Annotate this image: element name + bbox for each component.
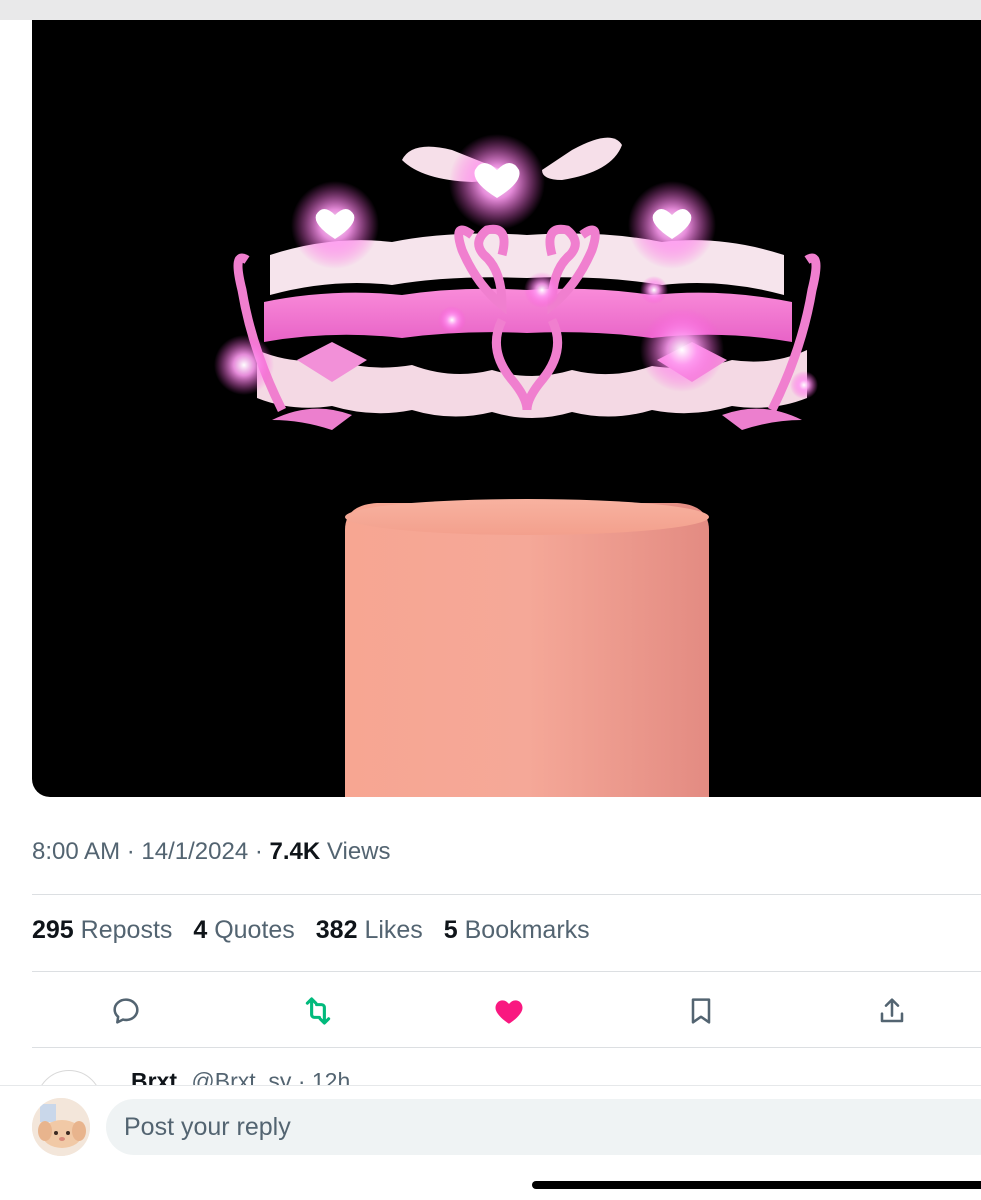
repost-button[interactable] [296, 990, 340, 1032]
like-button[interactable] [487, 990, 531, 1032]
status-strip [0, 0, 981, 20]
reposts-stat[interactable]: 295 Reposts [32, 916, 172, 945]
user-avatar-image [32, 1098, 90, 1156]
reply-composer [0, 1085, 981, 1200]
reply-author-name: Brxt [131, 1068, 178, 1085]
reply-author: Brxt @Brxt_sy · 12h [131, 1068, 350, 1085]
reply-input[interactable] [106, 1099, 981, 1155]
post-media-image[interactable] [32, 20, 981, 797]
bookmark-icon [691, 998, 711, 1024]
likes-stat[interactable]: 382 Likes [316, 916, 423, 945]
reply-button[interactable] [104, 990, 148, 1032]
meta-separator: · [254, 838, 270, 865]
reply-preview[interactable]: Brxt @Brxt_sy · 12h [0, 1048, 981, 1085]
likes-label: Likes [364, 916, 423, 944]
reply-icon [113, 998, 139, 1024]
bookmarks-count: 5 [443, 916, 458, 944]
avatar[interactable] [36, 1070, 102, 1085]
engagement-stats: 295 Reposts 4 Quotes 382 Likes 5 Bookmar… [32, 916, 604, 945]
meta-separator: · [126, 838, 142, 865]
post-detail-page: 8:00 AM · 14/1/2024 · 7.4K Views 295 Rep… [0, 0, 981, 1200]
divider [32, 971, 981, 972]
quotes-label: Quotes [214, 916, 295, 944]
quotes-count: 4 [193, 916, 208, 944]
crown-render [214, 134, 821, 797]
bookmark-button[interactable] [679, 990, 723, 1032]
bookmarks-label: Bookmarks [464, 916, 590, 944]
bookmarks-stat[interactable]: 5 Bookmarks [444, 916, 590, 945]
reposts-count: 295 [32, 916, 74, 944]
home-indicator [532, 1181, 981, 1189]
post-meta: 8:00 AM · 14/1/2024 · 7.4K Views [32, 838, 391, 866]
action-bar [0, 990, 981, 1032]
repost-icon [305, 997, 331, 1025]
share-icon [880, 998, 904, 1023]
views-count: 7.4K [269, 838, 321, 865]
post-time: 8:00 AM [32, 838, 121, 865]
likes-count: 382 [315, 916, 358, 944]
reply-author-handle: @Brxt_sy · 12h [191, 1068, 351, 1085]
views-label: Views [326, 838, 391, 865]
post-date: 14/1/2024 [141, 838, 249, 865]
reposts-label: Reposts [80, 916, 173, 944]
quotes-stat[interactable]: 4 Quotes [193, 916, 294, 945]
avatar[interactable] [32, 1098, 90, 1156]
like-icon [495, 1000, 523, 1024]
share-button[interactable] [870, 990, 914, 1032]
divider [32, 894, 981, 895]
